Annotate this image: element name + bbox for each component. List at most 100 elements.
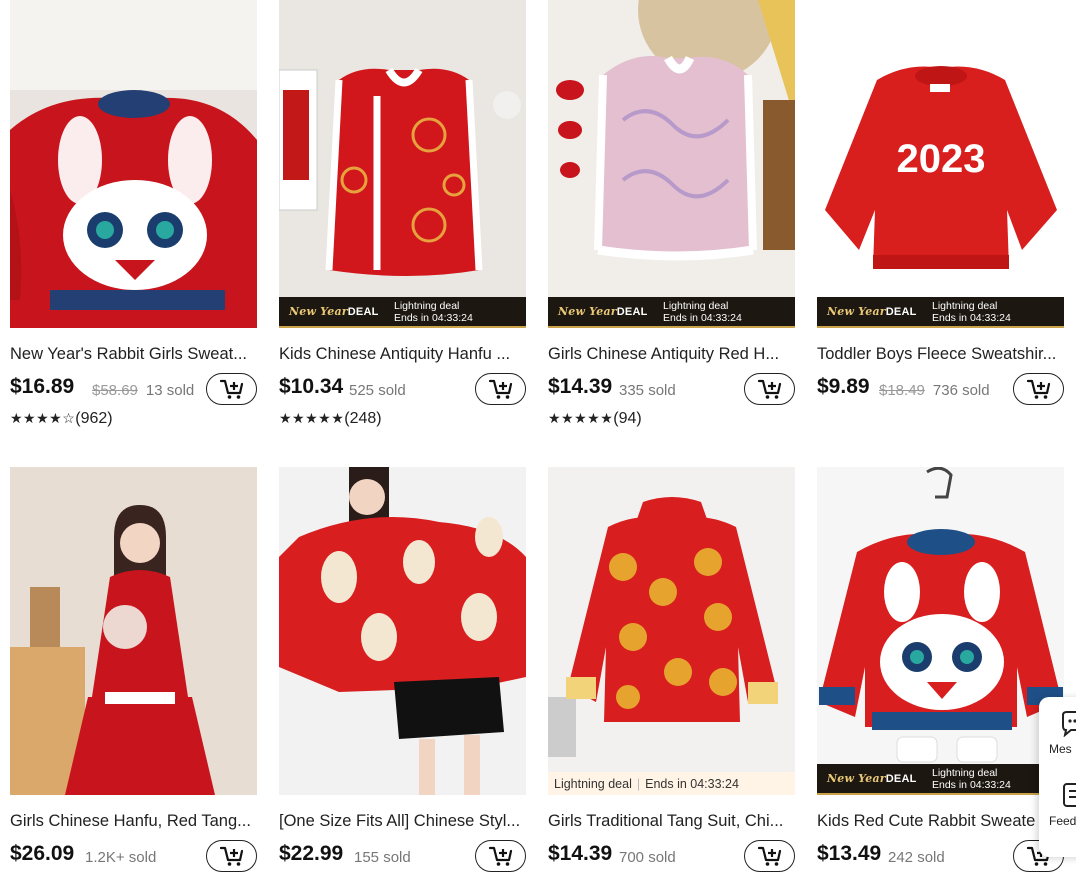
feedback-icon <box>1063 783 1076 807</box>
star-rating-icons: ★★★★★ <box>279 410 345 426</box>
product-image[interactable]: New YearDEAL Lightning deal Ends in 04:3… <box>279 0 526 328</box>
star-rating-icons: ★★★★☆ <box>10 410 76 426</box>
product-title[interactable]: [One Size Fits All] Chinese Styl... <box>279 812 526 831</box>
add-to-cart-button[interactable] <box>206 840 257 872</box>
add-to-cart-button[interactable] <box>1013 373 1064 405</box>
chat-bubble-icon <box>1062 711 1076 737</box>
add-to-cart-button[interactable] <box>475 840 526 872</box>
product-image[interactable] <box>279 467 526 795</box>
lightning-deal-label: Lightning deal <box>394 299 460 312</box>
product-rating: ★★★★☆(962) <box>10 410 113 428</box>
product-title[interactable]: Girls Traditional Tang Suit, Chi... <box>548 812 795 831</box>
price-meta: $18.49 736 sold <box>879 382 990 399</box>
product-image[interactable]: New YearDEAL Lightning deal Ends in 04:3… <box>817 467 1064 795</box>
product-price: $13.49 <box>817 842 882 865</box>
product-price: $22.99 <box>279 842 344 865</box>
red-sweatshirt-2023-image: 2023 <box>817 0 1064 328</box>
rabbit-print-sweater-image <box>279 467 526 795</box>
lightning-deal-label: Lightning deal <box>932 766 998 779</box>
deal-text: Lightning deal Ends in 04:33:24 <box>932 767 1011 791</box>
girl-red-hanfu-image <box>10 467 257 795</box>
price-row: $13.49 242 sold <box>817 840 1064 874</box>
lightning-deal-label: Lightning deal <box>932 299 998 312</box>
price-meta: 155 sold <box>354 849 411 866</box>
divider: | <box>636 776 641 791</box>
feedback-button[interactable]: Feed <box>1039 782 1076 842</box>
sold-count: 525 sold <box>349 382 406 399</box>
product-title[interactable]: Kids Chinese Antiquity Hanfu ... <box>279 345 526 364</box>
deal-countdown: Ends in 04:33:24 <box>663 311 742 324</box>
red-tang-suit-image <box>548 467 795 795</box>
product-rating: ★★★★★(94) <box>548 410 642 428</box>
price-meta: 1.2K+ sold <box>85 849 156 866</box>
lightning-deal-label: Lightning deal <box>554 776 632 791</box>
lightning-deal-banner: New YearDEAL Lightning deal Ends in 04:3… <box>548 297 795 328</box>
product-price: $9.89 <box>817 375 870 398</box>
deal-countdown: Ends in 04:33:24 <box>645 776 739 791</box>
product-title[interactable]: Girls Chinese Antiquity Red H... <box>548 345 795 364</box>
add-to-cart-button[interactable] <box>744 373 795 405</box>
price-meta: 525 sold <box>349 382 406 399</box>
cart-plus-icon <box>219 846 243 866</box>
deal-brand-label: DEAL <box>885 773 917 785</box>
new-year-deal-logo: New YearDEAL <box>817 305 932 318</box>
lightning-deal-banner: New YearDEAL Lightning deal Ends in 04:3… <box>817 764 1064 795</box>
deal-brand-label: DEAL <box>885 306 917 318</box>
price-meta: $58.69 13 sold <box>92 382 194 399</box>
price-meta: 335 sold <box>619 382 676 399</box>
new-year-deal-logo: New YearDEAL <box>817 772 932 785</box>
sold-count: 242 sold <box>888 849 945 866</box>
original-price: $18.49 <box>879 382 925 399</box>
review-count: (248) <box>344 410 382 427</box>
cart-plus-icon <box>488 379 512 399</box>
floating-support-widget: Mes Feed <box>1039 697 1076 857</box>
product-title[interactable]: Toddler Boys Fleece Sweatshir... <box>817 345 1064 364</box>
lightning-deal-label: Lightning deal <box>663 299 729 312</box>
product-title[interactable]: New Year's Rabbit Girls Sweat... <box>10 345 257 364</box>
kids-rabbit-sweater-image <box>817 467 1064 795</box>
deal-brand-label: DEAL <box>616 306 648 318</box>
product-title[interactable]: Girls Chinese Hanfu, Red Tang... <box>10 812 257 831</box>
price-row: $14.39 335 sold <box>548 373 795 407</box>
product-image[interactable] <box>10 467 257 795</box>
new-year-deal-logo: New YearDEAL <box>548 305 663 318</box>
price-row: $16.89 $58.69 13 sold <box>10 373 257 407</box>
sold-count: 736 sold <box>932 382 990 399</box>
deal-countdown: Ends in 04:33:24 <box>394 311 473 324</box>
cart-plus-icon <box>219 379 243 399</box>
deal-countdown: Ends in 04:33:24 <box>932 778 1011 791</box>
sold-count: 13 sold <box>145 382 195 399</box>
product-image[interactable] <box>10 0 257 328</box>
price-row: $14.39 700 sold <box>548 840 795 874</box>
product-image[interactable]: New YearDEAL Lightning deal Ends in 04:3… <box>548 0 795 328</box>
add-to-cart-button[interactable] <box>206 373 257 405</box>
deal-brand-text: New Year <box>827 305 886 318</box>
price-meta: 242 sold <box>888 849 945 866</box>
product-price: $14.39 <box>548 842 613 865</box>
lightning-deal-strip: Lightning deal | Ends in 04:33:24 <box>548 772 795 795</box>
price-row: $10.34 525 sold <box>279 373 526 407</box>
price-row: $26.09 1.2K+ sold <box>10 840 257 874</box>
add-to-cart-button[interactable] <box>475 373 526 405</box>
deal-brand-text: New Year <box>289 305 348 318</box>
product-title[interactable]: Kids Red Cute Rabbit Sweate <box>817 812 1064 831</box>
star-rating-icons: ★★★★★ <box>548 410 614 426</box>
deal-text: Lightning deal Ends in 04:33:24 <box>663 300 742 324</box>
year-print: 2023 <box>897 137 986 181</box>
deal-countdown: Ends in 04:33:24 <box>932 311 1011 324</box>
messages-button[interactable]: Mes <box>1039 711 1076 771</box>
lightning-deal-banner: New YearDEAL Lightning deal Ends in 04:3… <box>817 297 1064 328</box>
sold-count: 1.2K+ sold <box>85 849 157 866</box>
lightning-deal-banner: New YearDEAL Lightning deal Ends in 04:3… <box>279 297 526 328</box>
product-price: $10.34 <box>279 375 344 398</box>
review-count: (962) <box>75 410 113 427</box>
cart-plus-icon <box>488 846 512 866</box>
sold-count: 335 sold <box>619 382 676 399</box>
sold-count: 700 sold <box>619 849 676 866</box>
sold-count: 155 sold <box>354 849 411 866</box>
deal-text: Lightning deal Ends in 04:33:24 <box>932 300 1011 324</box>
product-image[interactable]: 2023 New YearDEAL Lightning deal Ends in… <box>817 0 1064 328</box>
product-image[interactable]: Lightning deal | Ends in 04:33:24 <box>548 467 795 795</box>
add-to-cart-button[interactable] <box>744 840 795 872</box>
product-price: $26.09 <box>10 842 75 865</box>
